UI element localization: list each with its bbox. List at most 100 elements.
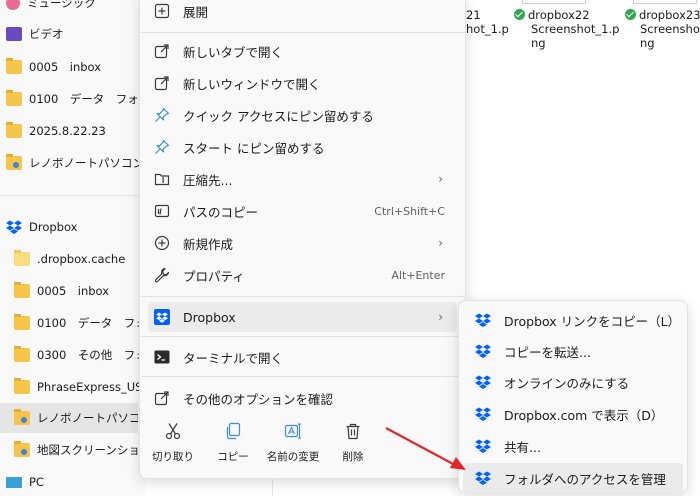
navigation-pane: ミュージック ビデオ 0005 inbox 0100 データ フォルダ 2025… <box>0 0 146 496</box>
menu-item-terminal[interactable]: ターミナルで開く <box>148 342 457 372</box>
nav-item-music[interactable]: ミュージック <box>0 0 146 18</box>
file-name-line: ng <box>640 36 655 50</box>
dropbox-icon <box>475 439 491 453</box>
menu-action-bar: 切り取り コピー 名前の変更 削除 <box>140 415 467 479</box>
menu-item-pin-quick-access[interactable]: クイック アクセスにピン留めする <box>148 100 457 130</box>
nav-item-pc[interactable]: PC <box>0 467 146 496</box>
trash-icon <box>343 421 363 441</box>
menu-item-expand[interactable]: 展開 <box>148 0 457 26</box>
menu-item-new[interactable]: 新規作成 › <box>148 228 457 258</box>
menu-item-copy-path[interactable]: パスのコピー Ctrl+Shift+C <box>148 196 457 226</box>
folder-icon <box>14 409 30 425</box>
copy-icon <box>223 421 243 441</box>
sync-check-icon <box>514 9 525 20</box>
keyboard-shortcut: Alt+Enter <box>391 268 445 282</box>
menu-item-label: 圧縮先... <box>183 172 233 188</box>
submenu-item-send-copy[interactable]: コピーを転送... <box>463 336 683 366</box>
nav-item-data-folder[interactable]: 0100 データ フォルダ <box>0 84 146 114</box>
dropbox-submenu: Dropbox リンクをコピー（L） コピーを転送... オンラインのみにする … <box>458 300 688 493</box>
delete-button[interactable]: 削除 <box>325 421 381 469</box>
nav-item-map-screenshots[interactable]: 地図スクリーンショット <box>0 435 146 465</box>
file-name-line: hot_1.p <box>466 22 509 36</box>
menu-divider <box>141 32 466 33</box>
nav-item-label: ビデオ <box>29 27 64 41</box>
nav-item-dbx-data-folder[interactable]: 0100 データ フォルダ <box>0 308 146 338</box>
file-item[interactable]: dropbox23 Screenshot_ ng <box>625 0 700 50</box>
chevron-right-icon: › <box>438 310 443 324</box>
music-icon <box>6 0 20 10</box>
folder-icon <box>14 346 30 362</box>
action-label: コピー <box>217 451 249 463</box>
nav-item-inbox[interactable]: 0005 inbox <box>0 52 146 82</box>
file-thumbnail <box>522 0 586 4</box>
nav-item-dbx-inbox[interactable]: 0005 inbox <box>0 276 146 306</box>
submenu-item-view-on-web[interactable]: Dropbox.com で表示（D） <box>463 399 683 429</box>
nav-item-label: 0005 inbox <box>37 284 110 298</box>
rename-button[interactable]: 名前の変更 <box>265 421 321 469</box>
folder-icon <box>14 314 30 330</box>
chevron-right-icon: › <box>438 236 443 250</box>
submenu-item-label: フォルダへのアクセスを管理 <box>504 471 666 487</box>
menu-item-pin-start[interactable]: スタート にピン留めする <box>148 132 457 162</box>
folder-icon <box>6 90 22 106</box>
nav-item-label: Dropbox <box>29 220 78 234</box>
nav-item-videos[interactable]: ビデオ <box>0 19 146 49</box>
menu-item-label: ターミナルで開く <box>183 350 284 366</box>
nav-item-label: 2025.8.22.23 <box>29 124 106 138</box>
nav-item-date-folder[interactable]: 2025.8.22.23 <box>0 116 146 146</box>
pin-icon <box>153 106 171 124</box>
nav-item-phraseexpress[interactable]: PhraseExpress_USB <box>0 372 146 402</box>
nav-item-label: PC <box>29 475 44 489</box>
nav-item-dropbox-cache[interactable]: .dropbox.cache <box>0 244 146 274</box>
nav-item-label: .dropbox.cache <box>37 252 126 266</box>
file-name-line: dropbox23 <box>639 8 700 22</box>
submenu-item-label: Dropbox リンクをコピー（L） <box>504 313 681 329</box>
copy-button[interactable]: コピー <box>205 421 261 469</box>
menu-divider <box>141 376 466 377</box>
submenu-item-manage-access[interactable]: フォルダへのアクセスを管理 <box>463 463 683 493</box>
nav-divider <box>0 195 138 196</box>
nav-item-lenovo[interactable]: レノボノートパソコン <box>0 148 146 178</box>
nav-item-dbx-other-folder[interactable]: 0300 その他 フォルダ <box>0 340 146 370</box>
file-name-line: ng <box>531 36 546 50</box>
chevron-right-icon: › <box>438 172 443 186</box>
menu-item-label: スタート にピン留めする <box>183 140 325 156</box>
nav-item-label: 地図スクリーンショット <box>37 443 146 457</box>
menu-item-new-window[interactable]: 新しいウィンドウで開く <box>148 68 457 98</box>
menu-item-label: その他のオプションを確認 <box>183 391 334 407</box>
menu-item-dropbox[interactable]: Dropbox › <box>148 302 457 332</box>
submenu-item-share[interactable]: 共有... <box>463 431 683 461</box>
scissors-icon <box>163 421 183 441</box>
nav-item-label: 0300 その他 フォルダ <box>37 348 146 362</box>
cut-button[interactable]: 切り取り <box>145 421 201 469</box>
menu-item-properties[interactable]: プロパティ Alt+Enter <box>148 260 457 290</box>
file-item[interactable]: dropbox22 Screenshot_1.p ng <box>514 0 619 50</box>
pin-icon <box>153 138 171 156</box>
copy-path-icon <box>153 202 171 220</box>
menu-item-new-tab[interactable]: 新しいタブで開く <box>148 36 457 66</box>
terminal-icon <box>153 348 171 366</box>
open-new-window-icon <box>153 74 171 92</box>
sync-check-icon <box>625 9 636 20</box>
action-label: 切り取り <box>152 451 194 463</box>
folder-icon <box>14 441 30 457</box>
file-item[interactable]: 21 hot_1.p <box>466 0 510 36</box>
submenu-item-label: 共有... <box>504 439 541 455</box>
pc-icon <box>6 476 22 488</box>
file-name-line: Screenshot_1.p <box>531 22 620 36</box>
nav-item-dropbox[interactable]: Dropbox <box>0 212 146 242</box>
submenu-item-online-only[interactable]: オンラインのみにする <box>463 367 683 397</box>
submenu-item-copy-link[interactable]: Dropbox リンクをコピー（L） <box>463 305 683 335</box>
menu-item-more-options[interactable]: その他のオプションを確認 <box>148 383 457 413</box>
more-options-icon <box>153 389 171 407</box>
folder-icon <box>6 154 22 170</box>
folder-icon <box>14 378 30 394</box>
menu-item-label: パスのコピー <box>183 204 259 220</box>
dropbox-icon <box>475 375 491 389</box>
nav-item-label: ミュージック <box>27 0 96 10</box>
dropbox-icon <box>475 471 491 485</box>
nav-item-dbx-lenovo[interactable]: レノボノートパソコン <box>0 403 138 433</box>
menu-divider <box>141 296 466 297</box>
menu-item-compress[interactable]: 圧縮先... › <box>148 164 457 194</box>
context-menu: 展開 新しいタブで開く 新しいウィンドウで開く クイック アクセスにピン留めする… <box>139 0 466 479</box>
